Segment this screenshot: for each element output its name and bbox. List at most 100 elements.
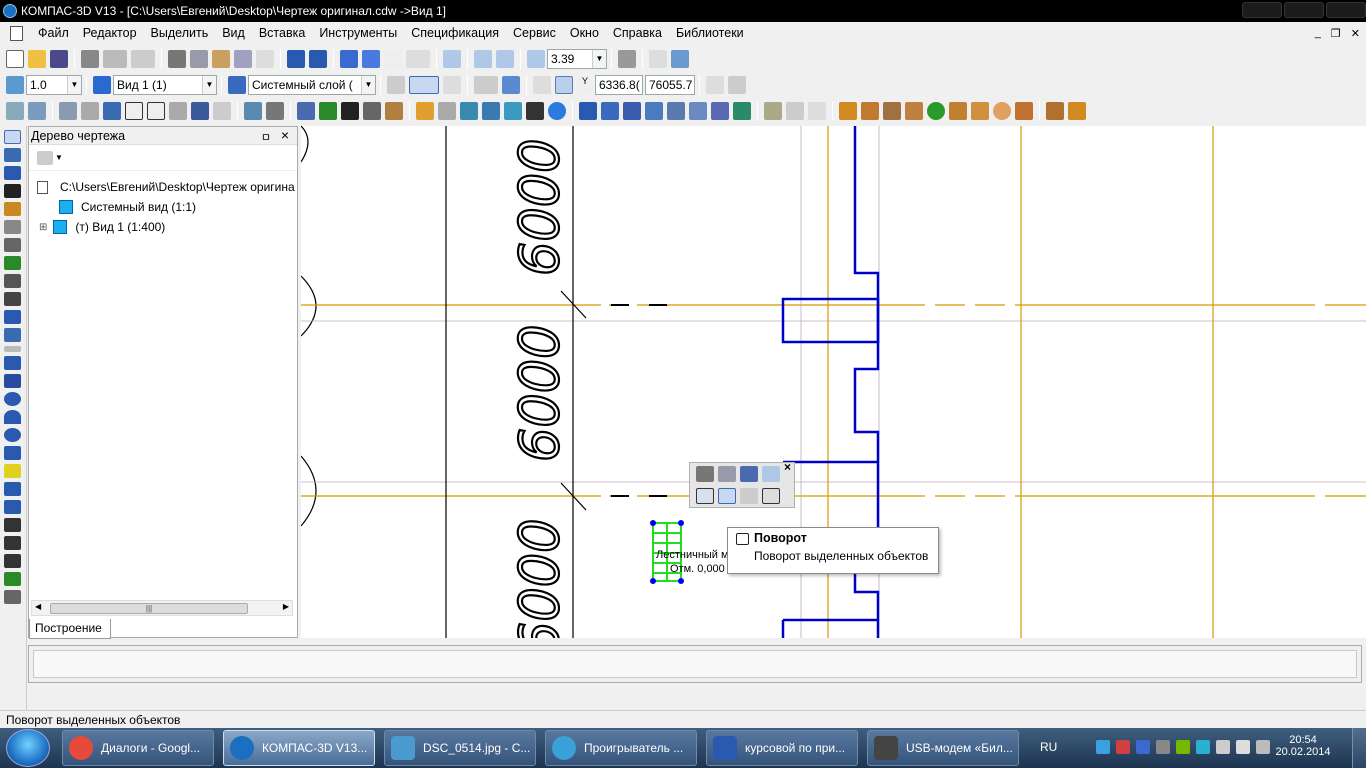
symbols-panel-icon[interactable] xyxy=(4,166,21,180)
stair-icon[interactable] xyxy=(169,102,187,120)
print-preview-icon[interactable] xyxy=(103,50,127,68)
axes-icon[interactable] xyxy=(28,102,46,120)
round-icon[interactable] xyxy=(533,76,551,94)
grid-lines-icon[interactable] xyxy=(59,102,77,120)
snap-magnet-icon[interactable] xyxy=(409,76,439,94)
rotate-icon[interactable] xyxy=(718,488,736,504)
new-document-icon[interactable] xyxy=(6,50,24,68)
save-icon[interactable] xyxy=(50,50,68,68)
geometry-panel-icon[interactable] xyxy=(4,130,21,144)
furniture-icon[interactable] xyxy=(839,102,857,120)
mdi-minimize-icon[interactable]: _ xyxy=(1315,27,1321,40)
nvidia-icon[interactable] xyxy=(1176,740,1190,754)
menu-window[interactable]: Окно xyxy=(563,26,606,40)
report-panel-icon[interactable] xyxy=(4,274,21,288)
polyline-icon[interactable] xyxy=(4,482,21,496)
spec-panel-icon[interactable] xyxy=(4,256,21,270)
taskbar-item-word[interactable]: курсовой по при... xyxy=(706,730,858,766)
layout-icon[interactable] xyxy=(131,50,155,68)
minimize-button[interactable] xyxy=(1242,2,1282,18)
close-window-button[interactable] xyxy=(1326,2,1366,18)
menu-help[interactable]: Справка xyxy=(606,26,669,40)
chamfer-icon[interactable] xyxy=(4,518,21,532)
menu-select[interactable]: Выделить xyxy=(144,26,216,40)
step-combo[interactable]: 1.0 ▼ xyxy=(26,75,82,95)
taskbar-item-media-player[interactable]: Проигрыватель ... xyxy=(545,730,697,766)
start-button[interactable] xyxy=(6,729,50,767)
undo-icon[interactable] xyxy=(287,50,305,68)
menu-service[interactable]: Сервис xyxy=(506,26,563,40)
room-icon[interactable] xyxy=(601,102,619,120)
railing-icon[interactable] xyxy=(385,102,403,120)
tab-construction[interactable]: Построение xyxy=(29,619,111,639)
zoom-out-icon[interactable] xyxy=(496,50,514,68)
tree-horizontal-scrollbar[interactable]: ◀ ||| ▶ xyxy=(31,600,293,616)
print-icon[interactable] xyxy=(81,50,99,68)
fillet-icon[interactable] xyxy=(4,536,21,550)
doc-icon[interactable] xyxy=(808,102,826,120)
spec-table-icon[interactable] xyxy=(319,102,337,120)
move-icon[interactable] xyxy=(696,488,714,504)
door-lib-icon[interactable] xyxy=(861,102,879,120)
close-panel-icon[interactable]: × xyxy=(281,127,289,143)
tree-node-document[interactable]: C:\Users\Евгений\Desktop\Чертеж оригина xyxy=(29,177,297,197)
usb-icon[interactable] xyxy=(1156,740,1170,754)
vk-icon[interactable] xyxy=(1136,740,1150,754)
segment-icon[interactable] xyxy=(4,374,21,388)
cursor-x-field[interactable]: 6336.8( xyxy=(595,75,643,95)
section-icon[interactable] xyxy=(297,102,315,120)
library-tree-icon[interactable] xyxy=(460,102,478,120)
zoom-selected-icon[interactable] xyxy=(762,466,780,482)
view-combo[interactable]: Вид 1 (1) ▼ xyxy=(113,75,217,95)
close-icon[interactable]: × xyxy=(784,460,791,474)
taskbar-item-usb-modem[interactable]: USB-модем «Бил... xyxy=(867,730,1019,766)
hatch-region-icon[interactable] xyxy=(4,464,21,478)
equipment-icon[interactable] xyxy=(883,102,901,120)
power-icon[interactable] xyxy=(1256,740,1270,754)
rectangle-icon[interactable] xyxy=(4,554,21,568)
person-icon[interactable] xyxy=(949,102,967,120)
regenerate-icon[interactable] xyxy=(671,50,689,68)
pointer-icon[interactable] xyxy=(728,76,746,94)
scroll-right-icon[interactable]: ▶ xyxy=(283,602,289,611)
opening-icon[interactable] xyxy=(623,102,641,120)
scene-panel-icon[interactable] xyxy=(4,328,21,342)
library-parts-icon[interactable] xyxy=(482,102,500,120)
contour-icon[interactable] xyxy=(4,572,21,586)
spline-icon[interactable] xyxy=(4,446,21,460)
property-bar-field[interactable] xyxy=(33,650,1357,678)
zoom-window-icon[interactable] xyxy=(443,50,461,68)
direction-icon[interactable] xyxy=(191,102,209,120)
variables-icon[interactable] xyxy=(362,50,380,68)
coordinates-icon[interactable] xyxy=(555,76,573,94)
refresh-icon[interactable] xyxy=(649,50,667,68)
step-cursor-icon[interactable] xyxy=(6,76,24,94)
format-painter-icon[interactable] xyxy=(234,50,252,68)
taskbar-item-chrome[interactable]: Диалоги - Googl... xyxy=(62,730,214,766)
car-icon[interactable] xyxy=(1015,102,1033,120)
fence-icon[interactable] xyxy=(1046,102,1064,120)
redo-icon[interactable] xyxy=(309,50,327,68)
house-icon[interactable] xyxy=(905,102,923,120)
menu-file[interactable]: Файл xyxy=(31,26,76,40)
menu-specification[interactable]: Спецификация xyxy=(404,26,506,40)
kompas-app-icon[interactable] xyxy=(3,4,17,18)
leader-icon[interactable] xyxy=(244,102,262,120)
cloud-icon[interactable] xyxy=(993,102,1011,120)
foundation-icon[interactable] xyxy=(733,102,751,120)
params-panel-icon[interactable] xyxy=(4,202,21,216)
zoom-scale-icon[interactable] xyxy=(527,50,545,68)
view-state-icon[interactable] xyxy=(93,76,111,94)
open-folder-icon[interactable] xyxy=(28,50,46,68)
copy-properties-icon[interactable] xyxy=(740,466,758,482)
maximize-button[interactable] xyxy=(1284,2,1324,18)
select-panel-icon[interactable] xyxy=(4,238,21,252)
language-indicator[interactable]: RU xyxy=(1040,740,1070,754)
roof-icon[interactable] xyxy=(689,102,707,120)
managers-icon[interactable] xyxy=(340,50,358,68)
copy-icon[interactable] xyxy=(190,50,208,68)
hatch-icon[interactable] xyxy=(6,102,24,120)
ellipse-icon[interactable] xyxy=(4,428,21,442)
help-pointer-icon[interactable] xyxy=(406,50,430,68)
window-element-icon[interactable] xyxy=(125,102,143,120)
